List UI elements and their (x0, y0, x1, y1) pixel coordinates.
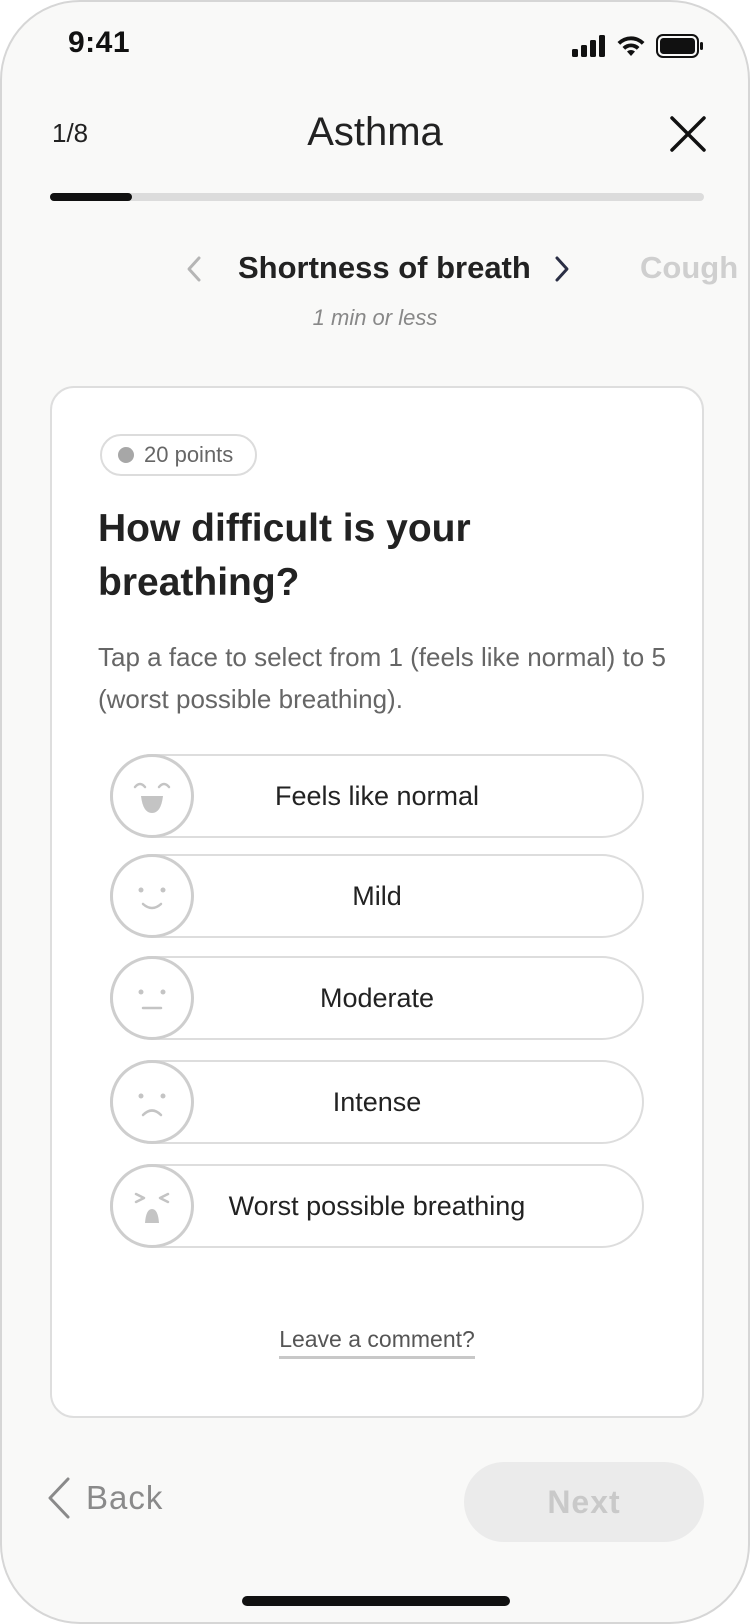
points-dot-icon (118, 447, 134, 463)
frowning-face-icon (110, 1060, 194, 1144)
points-badge: 20 points (100, 434, 258, 476)
home-indicator (242, 1596, 510, 1606)
leave-comment-link[interactable]: Leave a comment? (279, 1326, 475, 1359)
next-section-button[interactable] (550, 254, 574, 284)
section-duration: 1 min or less (312, 305, 438, 330)
chevron-left-icon (187, 256, 201, 282)
back-label: Back (86, 1479, 164, 1516)
option-feels-like-normal[interactable]: Feels like normal (110, 754, 644, 838)
question-instructions: Tap a face to select from 1 (feels like … (98, 642, 666, 714)
next-section-title[interactable]: Cough (640, 250, 738, 286)
next-button[interactable]: Next (464, 1462, 704, 1542)
option-intense[interactable]: Intense (110, 1060, 644, 1144)
status-time: 9:41 (68, 26, 131, 59)
question-title: How difficult is your breathing? (98, 507, 471, 604)
chevron-right-icon (555, 256, 569, 282)
previous-section-button[interactable] (182, 254, 206, 284)
option-label: Intense (332, 1086, 422, 1117)
current-section-title: Shortness of breath (238, 250, 531, 285)
option-label: Feels like normal (274, 780, 480, 811)
progress-fill (50, 193, 132, 201)
phone-screen: 9:41 1/8 Asthma Shortness of breath Coug… (0, 0, 750, 1624)
leave-comment-container: Leave a comment? (52, 1326, 702, 1359)
wifi-icon (617, 36, 645, 56)
chevron-left-icon (48, 1477, 70, 1519)
back-button[interactable]: Back (46, 1476, 163, 1520)
status-icons (572, 34, 704, 58)
option-moderate[interactable]: Moderate (110, 956, 644, 1040)
smiling-face-icon (110, 854, 194, 938)
progress-bar (50, 193, 704, 201)
option-mild[interactable]: Mild (110, 854, 644, 938)
page-title: Asthma (307, 110, 443, 154)
battery-icon (656, 34, 703, 58)
close-icon (670, 116, 706, 152)
option-worst-possible-breathing[interactable]: Worst possible breathing (110, 1164, 644, 1248)
neutral-face-icon (110, 956, 194, 1040)
option-label: Moderate (319, 982, 435, 1013)
laughing-face-icon (110, 754, 194, 838)
cellular-signal-icon (572, 35, 605, 57)
points-label: 20 points (144, 442, 234, 467)
close-button[interactable] (662, 108, 714, 160)
option-label: Worst possible breathing (228, 1190, 526, 1221)
distressed-face-icon (110, 1164, 194, 1248)
question-card: 20 points How difficult is your breathin… (50, 386, 704, 1418)
option-label: Mild (352, 880, 402, 911)
